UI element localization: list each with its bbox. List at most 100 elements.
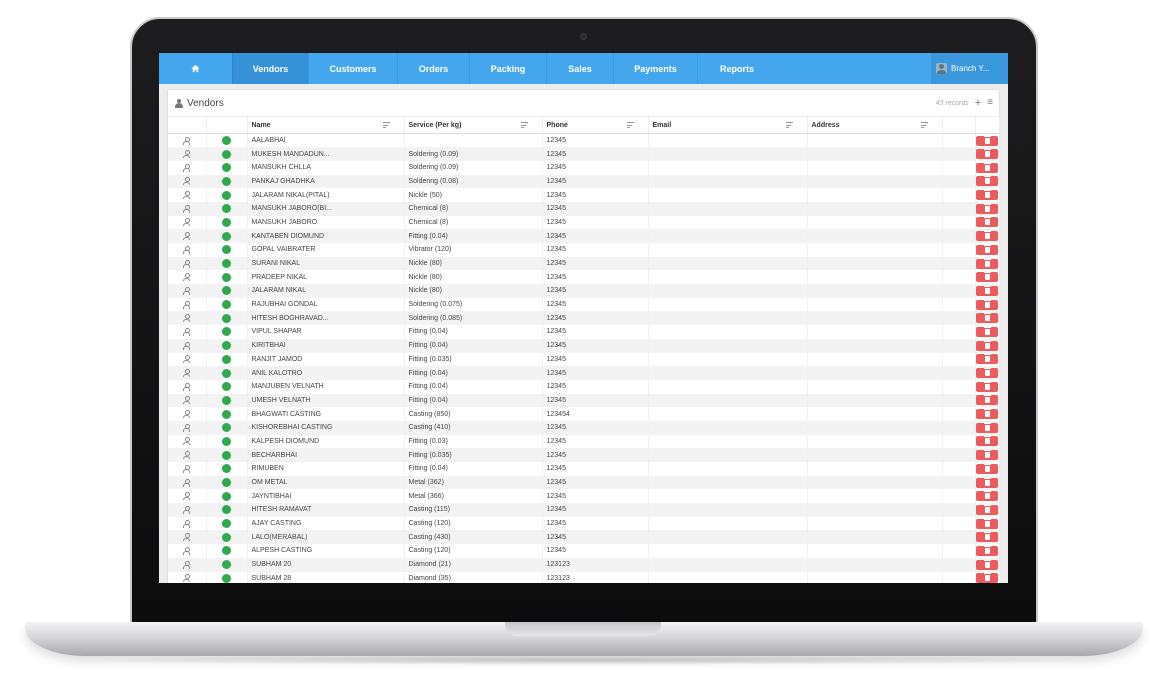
row-user-cell[interactable] bbox=[168, 393, 207, 408]
table-row[interactable]: KISHOREBHAI CASTING Casting (410) 12345 bbox=[168, 420, 1000, 435]
user-icon[interactable] bbox=[183, 136, 191, 145]
delete-button[interactable] bbox=[976, 491, 998, 502]
column-header-4[interactable]: Phone bbox=[542, 116, 649, 134]
row-user-cell[interactable] bbox=[168, 503, 207, 517]
delete-button[interactable] bbox=[976, 381, 998, 392]
nav-vendors[interactable]: Vendors bbox=[232, 53, 308, 84]
table-row[interactable]: RAJUBHAI GONDAL Soldering (0.075) 12345 bbox=[168, 297, 1000, 312]
add-vendor-button[interactable]: + bbox=[975, 97, 981, 109]
table-row[interactable]: KALPESH DIOMUND Fitting (0.03) 12345 bbox=[168, 434, 1000, 449]
user-icon[interactable] bbox=[183, 382, 191, 391]
table-row[interactable]: SURANI NIKAL Nickle (80) 12345 bbox=[168, 256, 1000, 271]
user-icon[interactable] bbox=[183, 327, 191, 336]
user-icon[interactable] bbox=[183, 218, 191, 227]
column-header-6[interactable]: Address bbox=[807, 116, 943, 134]
user-icon[interactable] bbox=[183, 505, 191, 514]
user-icon[interactable] bbox=[183, 423, 191, 432]
user-icon[interactable] bbox=[183, 204, 191, 213]
column-header-5[interactable]: Email bbox=[648, 116, 808, 134]
table-row[interactable]: LALO(MERABAL) Casting (430) 12345 bbox=[168, 530, 1000, 545]
user-icon[interactable] bbox=[183, 259, 191, 268]
delete-button[interactable] bbox=[976, 463, 998, 474]
row-user-cell[interactable] bbox=[168, 475, 207, 490]
table-row[interactable]: HITESH RAMAVAT Casting (115) 12345 bbox=[168, 503, 1000, 517]
delete-button[interactable] bbox=[976, 518, 998, 529]
user-icon[interactable] bbox=[183, 163, 191, 172]
user-icon[interactable] bbox=[183, 150, 191, 159]
table-row[interactable]: UMESH VELNATH Fitting (0.04) 12345 bbox=[168, 393, 1000, 408]
table-row[interactable]: AALABHAI 12345 bbox=[168, 133, 1000, 148]
table-row[interactable]: JAYNTIBHAI Metal (366) 12345 bbox=[168, 489, 1000, 504]
user-icon[interactable] bbox=[183, 437, 191, 446]
user-icon[interactable] bbox=[183, 546, 191, 555]
delete-button[interactable] bbox=[976, 545, 998, 556]
row-user-cell[interactable] bbox=[168, 407, 207, 421]
table-row[interactable]: HITESH BOGHRAVAD... Soldering (0.085) 1234… bbox=[168, 311, 1000, 326]
row-user-cell[interactable] bbox=[168, 311, 207, 326]
row-user-cell[interactable] bbox=[168, 297, 207, 312]
home-button[interactable] bbox=[159, 53, 232, 84]
delete-button[interactable] bbox=[976, 285, 998, 296]
user-icon[interactable] bbox=[183, 560, 191, 569]
delete-button[interactable] bbox=[976, 559, 998, 570]
row-user-cell[interactable] bbox=[168, 174, 207, 189]
delete-button[interactable] bbox=[976, 190, 998, 201]
row-user-cell[interactable] bbox=[168, 229, 207, 243]
nav-customers[interactable]: Customers bbox=[308, 53, 397, 84]
user-icon[interactable] bbox=[183, 191, 191, 200]
table-row[interactable]: KIRITBHAI Fitting (0.04) 12345 bbox=[168, 338, 1000, 353]
nav-orders[interactable]: Orders bbox=[397, 53, 469, 84]
table-row[interactable]: JALARAM NIKAL(PITAL) Nickle (50) 12345 bbox=[168, 188, 1000, 202]
row-user-cell[interactable] bbox=[168, 243, 207, 257]
delete-button[interactable] bbox=[976, 299, 998, 310]
delete-button[interactable] bbox=[976, 409, 998, 420]
row-user-cell[interactable] bbox=[168, 284, 207, 298]
table-row[interactable]: VIPUL SHAPAR Fitting (0.04) 12345 bbox=[168, 325, 1000, 339]
user-icon[interactable] bbox=[183, 478, 191, 487]
row-user-cell[interactable] bbox=[168, 379, 207, 394]
delete-button[interactable] bbox=[976, 244, 998, 255]
table-row[interactable]: SUBHAM 20 Diamond (21) 123123 bbox=[168, 557, 1000, 572]
row-user-cell[interactable] bbox=[168, 160, 207, 175]
user-icon[interactable] bbox=[183, 533, 191, 542]
row-user-cell[interactable] bbox=[168, 147, 207, 161]
user-icon[interactable] bbox=[183, 286, 191, 295]
user-icon[interactable] bbox=[183, 273, 191, 282]
user-icon[interactable] bbox=[183, 519, 191, 528]
table-row[interactable]: MANSUKH JABORO(BI... Chemical (8) 12345 bbox=[168, 201, 1000, 216]
sort-icon[interactable] bbox=[520, 122, 528, 128]
row-user-cell[interactable] bbox=[168, 256, 207, 271]
column-header-2[interactable]: Name bbox=[247, 116, 405, 134]
table-row[interactable]: MUKESH MANDADUN... Soldering (0.09) 12345 bbox=[168, 147, 1000, 161]
user-icon[interactable] bbox=[183, 177, 191, 186]
delete-button[interactable] bbox=[976, 162, 998, 173]
row-user-cell[interactable] bbox=[168, 544, 207, 558]
delete-button[interactable] bbox=[976, 422, 998, 433]
delete-button[interactable] bbox=[976, 203, 998, 214]
nav-reports[interactable]: Reports bbox=[697, 53, 776, 84]
row-user-cell[interactable] bbox=[168, 571, 207, 583]
table-row[interactable]: BHAGWATI CASTING Casting (850) 123454 bbox=[168, 407, 1000, 421]
delete-button[interactable] bbox=[976, 340, 998, 351]
nav-payments[interactable]: Payments bbox=[613, 53, 697, 84]
delete-button[interactable] bbox=[976, 504, 998, 515]
row-user-cell[interactable] bbox=[168, 325, 207, 339]
row-user-cell[interactable] bbox=[168, 448, 207, 462]
table-row[interactable]: ALPESH CASTING Casting (120) 12345 bbox=[168, 544, 1000, 558]
table-row[interactable]: MANSUKH JABORO Chemical (8) 12345 bbox=[168, 215, 1000, 230]
table-row[interactable]: PRADEEP NIKAL Nickle (80) 12345 bbox=[168, 270, 1000, 285]
table-row[interactable]: KANTABEN DIOMUND Fitting (0.04) 12345 bbox=[168, 229, 1000, 243]
row-user-cell[interactable] bbox=[168, 530, 207, 545]
row-user-cell[interactable] bbox=[168, 489, 207, 504]
table-row[interactable]: BECHARBHAI Fitting (0.035) 12345 bbox=[168, 448, 1000, 462]
delete-button[interactable] bbox=[976, 532, 998, 543]
user-icon[interactable] bbox=[183, 464, 191, 473]
row-user-cell[interactable] bbox=[168, 420, 207, 435]
user-icon[interactable] bbox=[183, 245, 191, 254]
sort-icon[interactable] bbox=[920, 122, 928, 128]
sort-icon[interactable] bbox=[382, 122, 390, 128]
user-icon[interactable] bbox=[183, 355, 191, 364]
nav-packing[interactable]: Packing bbox=[469, 53, 546, 84]
user-icon[interactable] bbox=[183, 314, 191, 323]
user-icon[interactable] bbox=[183, 369, 191, 378]
